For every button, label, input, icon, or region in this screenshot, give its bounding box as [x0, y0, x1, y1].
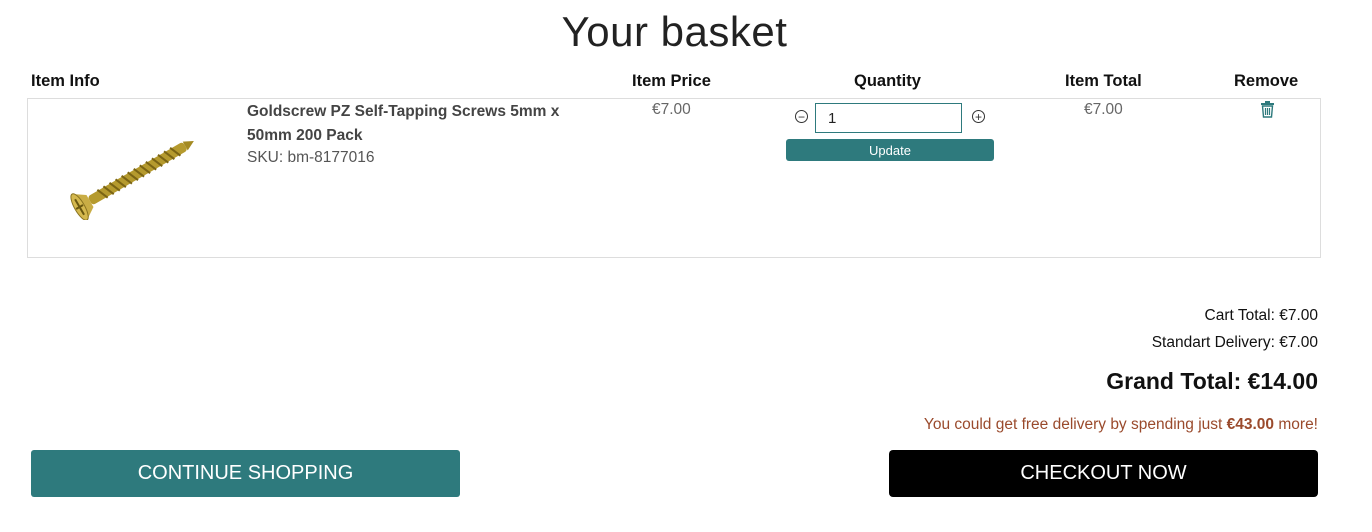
cart-total: Cart Total: €7.00	[1204, 307, 1318, 324]
trash-icon[interactable]	[1260, 101, 1275, 118]
item-price: €7.00	[652, 101, 691, 118]
free-delivery-prefix: You could get free delivery by spending …	[923, 416, 1227, 433]
free-delivery-suffix: more!	[1274, 416, 1318, 433]
header-item-info: Item Info	[31, 72, 100, 90]
minus-circle-icon[interactable]: −	[795, 110, 808, 123]
basket-item-row	[27, 98, 1321, 258]
grand-total: Grand Total: €14.00	[1106, 368, 1318, 394]
header-item-price: Item Price	[632, 72, 711, 90]
product-name[interactable]: Goldscrew PZ Self-Tapping Screws 5mm x 5…	[247, 100, 567, 148]
free-delivery-amount: €43.00	[1226, 416, 1275, 433]
header-item-total: Item Total	[1065, 72, 1142, 90]
update-button[interactable]: Update	[786, 139, 994, 161]
header-quantity: Quantity	[854, 72, 921, 90]
page-title: Your basket	[561, 8, 788, 55]
continue-shopping-button[interactable]: CONTINUE SHOPPING	[31, 450, 460, 497]
delivery-cost: Standart Delivery: €7.00	[1151, 334, 1318, 351]
plus-circle-icon[interactable]: +	[972, 110, 985, 123]
free-delivery-notice: You could get free delivery by spending …	[924, 416, 1318, 434]
header-remove: Remove	[1234, 72, 1299, 90]
product-image	[70, 141, 194, 220]
checkout-button[interactable]: CHECKOUT NOW	[889, 450, 1318, 497]
item-total: €7.00	[1084, 101, 1123, 118]
quantity-input[interactable]	[815, 103, 962, 133]
product-sku: SKU: bm-8177016	[247, 149, 375, 166]
